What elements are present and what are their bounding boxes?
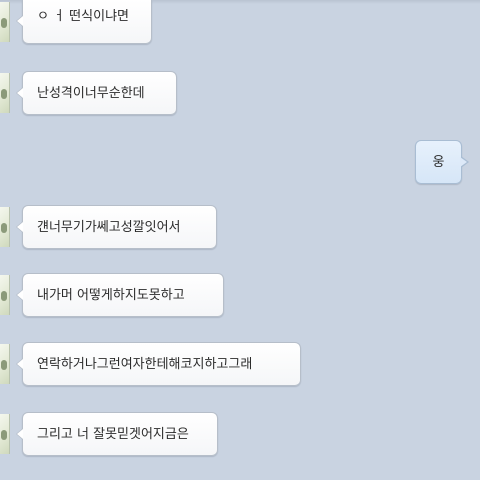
chat-message-list[interactable]: ㅇ ㅓ 떤식이냐면 난성격이너무순한데 웅 걘너무기가쎄고성깔잇어서 내가머 어…: [0, 0, 480, 480]
message-text: 난성격이너무순한데: [37, 86, 145, 101]
message-text: 그리고 너 잘못믿겟어지금은: [37, 427, 189, 442]
sender-avatar[interactable]: [0, 73, 10, 113]
sender-avatar[interactable]: [0, 414, 10, 454]
sender-avatar[interactable]: [0, 207, 10, 247]
message-text: 연락하거나그런여자한테해코지하고그래: [37, 357, 253, 372]
sender-avatar[interactable]: [0, 344, 10, 384]
message-bubble-incoming[interactable]: 내가머 어떻게하지도못하고: [16, 273, 224, 317]
sender-avatar[interactable]: [0, 2, 10, 42]
message-text: 걘너무기가쎄고성깔잇어서: [37, 220, 181, 235]
message-bubble-incoming[interactable]: ㅇ ㅓ 떤식이냐면: [16, 0, 152, 44]
sender-avatar[interactable]: [0, 275, 10, 315]
message-text: 웅: [432, 155, 445, 170]
message-text: ㅇ ㅓ 떤식이냐면: [37, 9, 129, 24]
message-bubble-incoming[interactable]: 연락하거나그런여자한테해코지하고그래: [16, 342, 301, 386]
message-bubble-incoming[interactable]: 난성격이너무순한데: [16, 71, 177, 115]
message-bubble-incoming[interactable]: 걘너무기가쎄고성깔잇어서: [16, 205, 217, 249]
message-bubble-outgoing[interactable]: 웅: [415, 140, 469, 184]
message-text: 내가머 어떻게하지도못하고: [37, 288, 185, 303]
message-bubble-incoming[interactable]: 그리고 너 잘못믿겟어지금은: [16, 412, 218, 456]
